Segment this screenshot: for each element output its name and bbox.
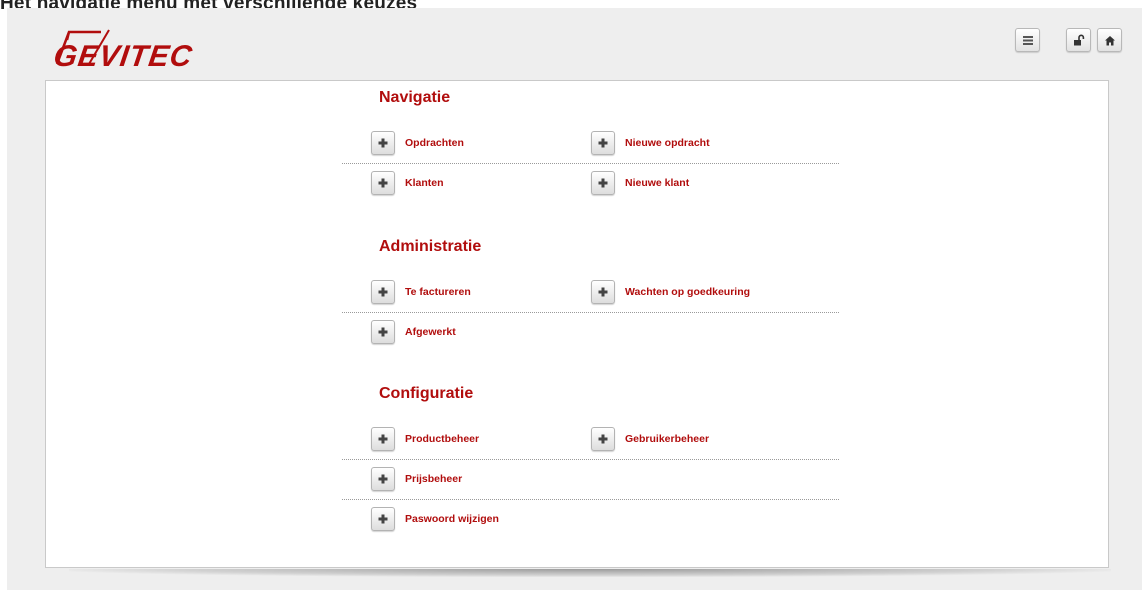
menu-item-label: Afgewerkt xyxy=(405,326,456,338)
menu-row: Paswoord wijzigen xyxy=(342,499,839,539)
menu-item-nieuwe-opdracht[interactable]: Nieuwe opdracht xyxy=(591,130,710,156)
menu-item-klanten[interactable]: Klanten xyxy=(371,170,444,196)
menu-item-label: Productbeheer xyxy=(405,433,480,445)
menu-item-label: Gebruikerbeheer xyxy=(625,433,710,445)
home-icon xyxy=(1104,35,1115,45)
menu-item-label: Nieuwe opdracht xyxy=(625,137,710,149)
plus-icon xyxy=(591,171,615,195)
gevitec-logo[interactable]: GEVITEC xyxy=(49,20,209,70)
menu-item-gebruikerbeheer[interactable]: Gebruikerbeheer xyxy=(591,426,709,452)
menu-row: Productbeheer Gebruikerbeheer xyxy=(342,419,839,459)
menu-item-label: Nieuwe klant xyxy=(625,177,690,189)
menu-item-nieuwe-klant[interactable]: Nieuwe klant xyxy=(591,170,689,196)
menu-row: Afgewerkt xyxy=(342,312,839,352)
menu-item-paswoord-wijzigen[interactable]: Paswoord wijzigen xyxy=(371,506,499,532)
logo-text: GEVITEC xyxy=(52,40,195,70)
plus-icon xyxy=(591,131,615,155)
panel-shadow xyxy=(69,569,1111,577)
menu-item-label: Wachten op goedkeuring xyxy=(625,286,751,298)
menu-row: Opdrachten Nieuwe opdracht xyxy=(342,123,839,163)
section-title: Configuratie xyxy=(379,385,474,402)
menu-item-label: Prijsbeheer xyxy=(405,473,463,485)
plus-icon xyxy=(371,427,395,451)
plus-icon xyxy=(371,467,395,491)
plus-icon xyxy=(591,280,615,304)
plus-icon xyxy=(371,280,395,304)
logout-button[interactable] xyxy=(1066,28,1091,52)
menu-item-label: Te factureren xyxy=(405,286,471,298)
lock-open-icon xyxy=(1073,34,1084,46)
menu-item-opdrachten[interactable]: Opdrachten xyxy=(371,130,464,156)
plus-icon xyxy=(371,320,395,344)
menu-row: Prijsbeheer xyxy=(342,459,839,499)
menu-item-wachten-op-goedkeuring[interactable]: Wachten op goedkeuring xyxy=(591,279,750,305)
menu-item-afgewerkt[interactable]: Afgewerkt xyxy=(371,319,456,345)
main-panel: Navigatie Opdrachten Nieuwe opdracht Kla… xyxy=(45,80,1109,568)
plus-icon xyxy=(371,171,395,195)
plus-icon xyxy=(371,131,395,155)
menu-item-label: Paswoord wijzigen xyxy=(405,513,499,525)
menu-button[interactable] xyxy=(1015,28,1040,52)
menu-item-prijsbeheer[interactable]: Prijsbeheer xyxy=(371,466,462,492)
menu-row: Klanten Nieuwe klant xyxy=(342,163,839,203)
app-background: GEVITEC Navigatie Opdrachten Nieuwe opdr… xyxy=(7,8,1142,590)
plus-icon xyxy=(591,427,615,451)
menu-item-label: Klanten xyxy=(405,177,444,189)
plus-icon xyxy=(371,507,395,531)
section-title: Navigatie xyxy=(379,89,451,106)
hamburger-icon xyxy=(1022,35,1033,45)
menu-row: Te factureren Wachten op goedkeuring xyxy=(342,272,839,312)
menu-item-productbeheer[interactable]: Productbeheer xyxy=(371,426,479,452)
section-title: Administratie xyxy=(379,238,482,255)
home-button[interactable] xyxy=(1097,28,1122,52)
menu-item-te-factureren[interactable]: Te factureren xyxy=(371,279,471,305)
menu-item-label: Opdrachten xyxy=(405,137,464,149)
